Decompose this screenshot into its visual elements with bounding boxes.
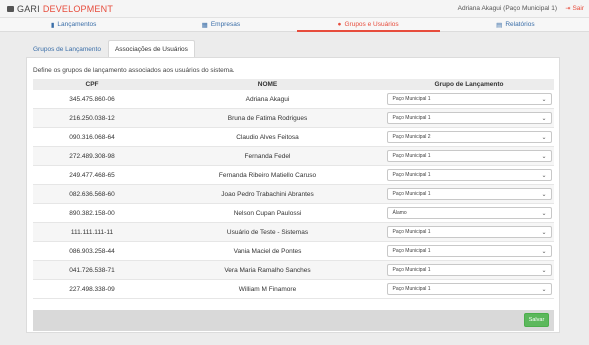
group-select-value: Paço Municipal 1 [392,96,431,102]
group-select[interactable]: Álamo ⌄ [386,207,552,219]
table-row: 086.903.258-44 Vania Maciel de Pontes Pa… [33,242,554,261]
name-cell: William M Finamore [238,285,297,293]
main-nav: ▮ Lançamentos ▦ Empresas ● Grupos e Usuá… [0,18,589,32]
nav-grupos-usuarios[interactable]: ● Grupos e Usuários [295,18,442,32]
logout-label: Sair [572,5,584,12]
nav-label: Relatórios [505,21,535,28]
cpf-cell: 345.475.860-06 [69,95,115,103]
sub-tabs: Grupos de Lançamento Associações de Usuá… [26,40,195,57]
cpf-cell: 890.382.158-00 [69,209,115,217]
nav-lancamentos[interactable]: ▮ Lançamentos [0,18,147,31]
table-row: 227.498.338-09 William M Finamore Paço M… [33,280,554,299]
table-row: 249.477.468-65 Fernanda Ribeiro Matiello… [33,166,554,185]
group-select-value: Paço Municipal 1 [392,248,431,254]
table-row: 111.111.111-11 Usuário de Teste - Sistem… [33,223,554,242]
chevron-down-icon: ⌄ [541,191,547,198]
name-cell: Fernanda Fedel [244,152,291,160]
name-cell: Joao Pedro Trabachini Abrantes [221,190,314,198]
table-row: 272.489.308-98 Fernanda Fedel Paço Munic… [33,147,554,166]
book-icon: ▮ [50,21,55,29]
group-select[interactable]: Paço Municipal 1 ⌄ [386,150,552,162]
name-cell: Claudio Alves Feitosa [236,133,299,141]
chevron-down-icon: ⌄ [541,267,547,274]
table-row: 090.316.068-64 Claudio Alves Feitosa Paç… [33,128,554,147]
group-select-value: Álamo [392,210,407,216]
group-select-value: Paço Municipal 1 [392,191,431,197]
logout-icon: ⇥ [565,6,571,12]
chevron-down-icon: ⌄ [541,172,547,179]
name-cell: Adriana Akagui [245,95,290,103]
cpf-cell: 227.498.338-09 [69,285,115,293]
building-icon: ▦ [201,21,208,29]
group-select-value: Paço Municipal 1 [392,229,431,235]
users-icon: ● [337,21,342,28]
nav-label: Grupos e Usuários [344,21,399,28]
group-select[interactable]: Paço Municipal 1 ⌄ [386,226,552,238]
tab-associacoes-usuarios[interactable]: Associações de Usuários [107,40,195,57]
name-cell: Usuário de Teste - Sistemas [226,228,309,236]
nav-label: Lançamentos [57,21,97,28]
table-footer: Salvar [33,310,554,331]
cpf-cell: 216.250.038-12 [69,114,115,122]
associations-panel: Define os grupos de lançamento associado… [26,57,560,333]
cpf-cell: 086.903.258-44 [69,247,115,255]
table-row: 890.382.158-00 Nelson Cupan Paulossi Ála… [33,204,554,223]
logout-link[interactable]: ⇥ Sair [565,5,584,12]
cpf-cell: 111.111.111-11 [70,228,114,236]
chevron-down-icon: ⌄ [541,153,547,160]
truck-icon [7,6,14,12]
column-header-cpf: CPF [85,81,99,88]
cpf-cell: 090.316.068-64 [69,133,115,141]
chevron-down-icon: ⌄ [541,134,547,141]
table-row: 082.636.568-60 Joao Pedro Trabachini Abr… [33,185,554,204]
report-icon: ▤ [496,21,503,29]
chevron-down-icon: ⌄ [541,115,547,122]
chevron-down-icon: ⌄ [541,248,547,255]
current-user: Adriana Akagui (Paço Municipal 1) [457,5,557,12]
name-cell: Fernanda Ribeiro Matiello Caruso [218,171,317,179]
table-row: 041.726.538-71 Vera Maria Ramalho Sanche… [33,261,554,280]
chevron-down-icon: ⌄ [541,210,547,217]
save-button[interactable]: Salvar [524,313,549,327]
group-select[interactable]: Paço Municipal 1 ⌄ [386,169,552,181]
cpf-cell: 041.726.538-71 [69,266,115,274]
brand-name: GARI [17,4,40,14]
top-bar: GARI DEVELOPMENT Adriana Akagui (Paço Mu… [0,0,589,18]
tab-grupos-lancamento[interactable]: Grupos de Lançamento [26,40,108,57]
name-cell: Vera Maria Ramalho Sanches [224,266,311,274]
group-select[interactable]: Paço Municipal 1 ⌄ [386,283,552,295]
group-select[interactable]: Paço Municipal 2 ⌄ [386,131,552,143]
group-select[interactable]: Paço Municipal 1 ⌄ [386,264,552,276]
name-cell: Nelson Cupan Paulossi [233,209,302,217]
column-header-grupo: Grupo de Lançamento [434,81,504,88]
name-cell: Bruna de Fatima Rodrigues [227,114,308,122]
name-cell: Vania Maciel de Pontes [233,247,302,255]
nav-relatorios[interactable]: ▤ Relatórios [442,18,589,31]
chevron-down-icon: ⌄ [541,286,547,293]
cpf-cell: 272.489.308-98 [69,152,115,160]
nav-empresas[interactable]: ▦ Empresas [147,18,294,31]
group-select-value: Paço Municipal 1 [392,172,431,178]
group-select-value: Paço Municipal 1 [392,115,431,121]
group-select[interactable]: Paço Municipal 1 ⌄ [386,93,552,105]
group-select-value: Paço Municipal 1 [392,286,431,292]
table-header: CPF NOME Grupo de Lançamento [33,79,554,90]
cpf-cell: 082.636.568-60 [69,190,115,198]
group-select-value: Paço Municipal 2 [392,134,431,140]
group-select[interactable]: Paço Municipal 1 ⌄ [386,188,552,200]
panel-description: Define os grupos de lançamento associado… [33,67,235,74]
nav-label: Empresas [210,21,241,28]
table-row: 216.250.038-12 Bruna de Fatima Rodrigues… [33,109,554,128]
group-select-value: Paço Municipal 1 [392,267,431,273]
brand-suffix: DEVELOPMENT [42,4,114,14]
group-select[interactable]: Paço Municipal 1 ⌄ [386,245,552,257]
chevron-down-icon: ⌄ [541,96,547,103]
column-header-nome: NOME [257,81,278,88]
table-row: 345.475.860-06 Adriana Akagui Paço Munic… [33,90,554,109]
chevron-down-icon: ⌄ [541,229,547,236]
cpf-cell: 249.477.468-65 [69,171,115,179]
brand-logo[interactable]: GARI DEVELOPMENT [7,4,113,14]
group-select[interactable]: Paço Municipal 1 ⌄ [386,112,552,124]
group-select-value: Paço Municipal 1 [392,153,431,159]
